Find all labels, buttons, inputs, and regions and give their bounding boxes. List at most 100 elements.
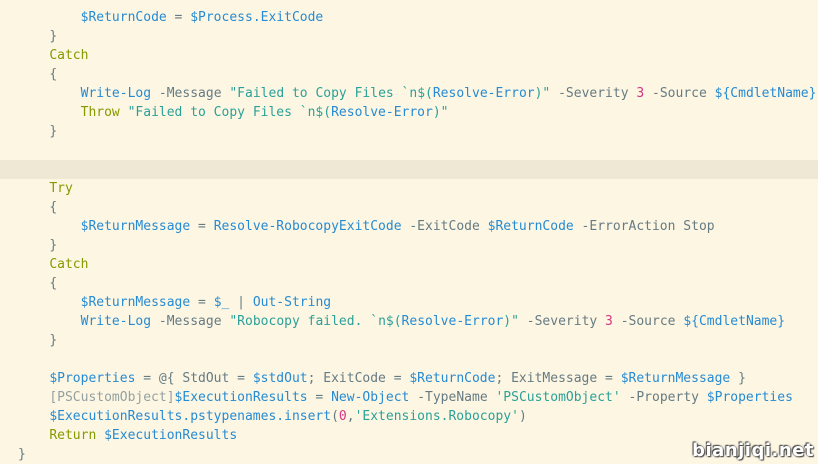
code-line[interactable]: { <box>0 198 818 217</box>
code-token: 3 <box>605 314 613 329</box>
code-line[interactable]: } <box>0 27 818 46</box>
code-token: $Properties <box>49 371 136 386</box>
code-token: -Property <box>620 390 707 405</box>
code-editor[interactable]: $ReturnCode = $Process.ExitCode } Catch … <box>0 0 818 463</box>
code-token: ; ExitCode = <box>307 371 410 386</box>
code-token: ; ExitMessage = <box>495 371 621 386</box>
code-token: "Failed to Copy Files `n$( <box>229 86 433 101</box>
code-token: Resolve-Error <box>401 314 504 329</box>
code-line[interactable]: Write-Log -Message "Failed to Copy Files… <box>0 84 818 103</box>
code-token: $_ <box>213 295 230 310</box>
code-token: } <box>18 447 26 462</box>
code-token: $ReturnMessage <box>620 371 731 386</box>
code-token: -Message <box>151 86 230 101</box>
code-token: { <box>49 67 58 82</box>
code-token: CmdletName <box>730 86 809 101</box>
code-token: = <box>190 219 214 234</box>
code-token: $stdOut <box>252 371 308 386</box>
code-token: -Severity <box>518 314 606 329</box>
code-token: ${ <box>714 86 731 101</box>
code-token: $Process.ExitCode <box>190 10 324 25</box>
code-line[interactable]: Catch <box>0 255 818 274</box>
code-line[interactable] <box>0 160 818 179</box>
code-token: } <box>49 238 58 253</box>
code-token: Catch <box>49 257 89 272</box>
code-line[interactable]: { <box>0 274 818 293</box>
code-token: $ExecutionResults.pstypenames.insert <box>49 409 332 424</box>
code-token: $ReturnCode <box>409 371 496 386</box>
code-line[interactable]: $Properties = @{ StdOut = $stdOut; ExitC… <box>0 369 818 388</box>
code-token: -ErrorAction Stop <box>573 219 715 234</box>
code-token: , <box>346 409 355 424</box>
code-line[interactable]: Try <box>0 179 818 198</box>
code-token: Throw <box>80 105 120 120</box>
code-token: [PSCustomObject] <box>49 390 175 405</box>
code-token: -TypeName <box>409 390 496 405</box>
code-line[interactable]: { <box>0 65 818 84</box>
code-token: $ExecutionResults <box>174 390 308 405</box>
code-token: { <box>49 200 58 215</box>
code-line[interactable]: Catch <box>0 46 818 65</box>
code-token: Return <box>49 428 97 443</box>
code-line[interactable]: Write-Log -Message "Robocopy failed. `n$… <box>0 312 818 331</box>
code-token: Resolve-Error <box>432 86 535 101</box>
code-token: Catch <box>49 48 89 63</box>
code-line[interactable]: } <box>0 122 818 141</box>
code-token: } <box>49 29 58 44</box>
watermark-logo: bianjiqi.net <box>692 440 814 461</box>
code-token: ) <box>518 409 527 424</box>
code-line[interactable] <box>0 141 818 160</box>
code-token: Out-String <box>252 295 332 310</box>
code-line[interactable]: $ReturnMessage = Resolve-RobocopyExitCod… <box>0 217 818 236</box>
code-line[interactable]: $ReturnCode = $Process.ExitCode <box>0 8 818 27</box>
code-line[interactable] <box>0 350 818 369</box>
code-token: Resolve-Error <box>331 105 433 120</box>
code-token: $ReturnCode <box>487 219 574 234</box>
code-token: = <box>166 10 191 25</box>
code-line[interactable]: $ExecutionResults.pstypenames.insert(0,'… <box>0 407 818 426</box>
code-token: Resolve-RobocopyExitCode <box>213 219 402 234</box>
code-line[interactable]: [PSCustomObject]$ExecutionResults = New-… <box>0 388 818 407</box>
code-token: } <box>730 371 746 386</box>
code-token: 3 <box>636 86 645 101</box>
code-token: "Robocopy failed. `n$( <box>229 314 402 329</box>
code-token: = <box>190 295 214 310</box>
code-token: -Message <box>151 314 230 329</box>
code-token: -Source <box>612 314 684 329</box>
code-token: ${ <box>683 314 699 329</box>
code-token: "Failed to Copy Files `n$( <box>127 105 332 120</box>
code-line[interactable]: Throw "Failed to Copy Files `n$(Resolve-… <box>0 103 818 122</box>
code-token: Write-Log <box>80 314 152 329</box>
code-token: $Properties <box>706 390 793 405</box>
code-token: } <box>777 314 786 329</box>
code-token: } <box>49 124 58 139</box>
code-token: New-Object <box>331 390 410 405</box>
code-line[interactable]: } <box>0 331 818 350</box>
code-line[interactable]: $ReturnMessage = $_ | Out-String <box>0 293 818 312</box>
code-line[interactable]: } <box>0 236 818 255</box>
code-token: )" <box>534 86 551 101</box>
code-token: = <box>307 390 332 405</box>
code-token: } <box>808 86 817 101</box>
code-token: 'PSCustomObject' <box>495 390 621 405</box>
code-token: | <box>229 295 253 310</box>
code-token: $ExecutionResults <box>104 428 238 443</box>
